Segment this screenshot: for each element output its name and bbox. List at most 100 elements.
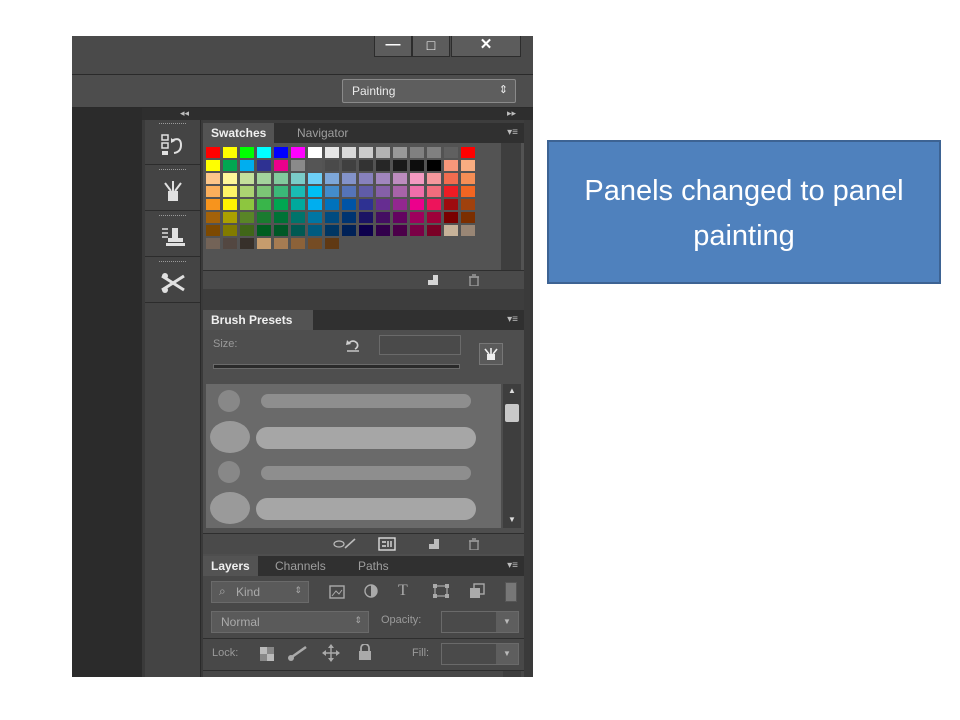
lock-all-icon[interactable]	[358, 644, 372, 660]
layer-filter-kind[interactable]: ⌕ Kind ⇕	[211, 581, 309, 603]
type-filter-icon[interactable]: T	[398, 582, 408, 600]
swatch[interactable]	[410, 173, 424, 184]
swatch[interactable]	[291, 186, 305, 197]
brush-tip-hard-small[interactable]	[218, 461, 240, 483]
brush-tip-soft-small[interactable]	[218, 390, 240, 412]
tab-brush-presets[interactable]: Brush Presets	[203, 310, 313, 330]
swatch[interactable]	[308, 199, 322, 210]
swatch[interactable]	[257, 147, 271, 158]
swatch[interactable]	[461, 173, 475, 184]
swatch[interactable]	[240, 212, 254, 223]
swatch[interactable]	[342, 186, 356, 197]
swatch[interactable]	[376, 186, 390, 197]
brush-list-scrollbar[interactable]: ▲ ▼	[503, 384, 521, 528]
clone-source-panel-button[interactable]	[145, 212, 200, 257]
swatch[interactable]	[240, 186, 254, 197]
swatch[interactable]	[291, 147, 305, 158]
swatch[interactable]	[240, 160, 254, 171]
swatch[interactable]	[223, 186, 237, 197]
image-filter-icon[interactable]	[329, 585, 345, 599]
workspace-switcher[interactable]: Painting ⇕	[342, 79, 516, 103]
swatch[interactable]	[376, 160, 390, 171]
swatch[interactable]	[410, 147, 424, 158]
swatch[interactable]	[308, 186, 322, 197]
swatch[interactable]	[410, 199, 424, 210]
smart-object-filter-icon[interactable]	[469, 583, 485, 599]
tab-navigator[interactable]: Navigator	[289, 123, 356, 143]
swatch[interactable]	[444, 147, 458, 158]
swatch[interactable]	[359, 212, 373, 223]
swatch[interactable]	[206, 186, 220, 197]
swatch[interactable]	[427, 147, 441, 158]
lock-pixels-icon[interactable]	[287, 645, 309, 661]
swatch[interactable]	[325, 225, 339, 236]
swatch[interactable]	[393, 147, 407, 158]
swatch[interactable]	[291, 173, 305, 184]
swatch[interactable]	[223, 160, 237, 171]
reset-icon[interactable]	[345, 338, 361, 352]
swatch[interactable]	[461, 225, 475, 236]
opacity-field[interactable]: ▼	[441, 611, 519, 633]
swatch[interactable]	[410, 186, 424, 197]
swatch[interactable]	[206, 199, 220, 210]
scroll-down-icon[interactable]: ▼	[508, 515, 516, 524]
swatch[interactable]	[223, 212, 237, 223]
swatch[interactable]	[325, 199, 339, 210]
swatch[interactable]	[359, 160, 373, 171]
new-preset-icon[interactable]	[428, 538, 440, 550]
swatches-scroll-track[interactable]	[501, 143, 521, 270]
swatch[interactable]	[342, 212, 356, 223]
swatch[interactable]	[461, 147, 475, 158]
swatch[interactable]	[291, 212, 305, 223]
brush-preset-list[interactable]	[206, 384, 501, 528]
swatch[interactable]	[359, 186, 373, 197]
swatch[interactable]	[308, 173, 322, 184]
swatch[interactable]	[223, 238, 237, 249]
swatch[interactable]	[444, 173, 458, 184]
swatch[interactable]	[223, 147, 237, 158]
swatch[interactable]	[444, 186, 458, 197]
swatch[interactable]	[206, 225, 220, 236]
swatch[interactable]	[427, 186, 441, 197]
swatch[interactable]	[376, 173, 390, 184]
blend-mode-select[interactable]: Normal ⇕	[211, 611, 369, 633]
maximize-button[interactable]: □	[412, 36, 450, 57]
swatch[interactable]	[291, 199, 305, 210]
brush-panel-toggle[interactable]	[479, 343, 503, 365]
swatch[interactable]	[359, 147, 373, 158]
tab-layers[interactable]: Layers	[203, 556, 258, 576]
swatch[interactable]	[308, 212, 322, 223]
collapse-left-icon[interactable]: ◂◂	[180, 108, 189, 119]
swatch[interactable]	[342, 147, 356, 158]
swatch[interactable]	[461, 186, 475, 197]
swatch[interactable]	[393, 225, 407, 236]
layers-scroll-track[interactable]	[503, 671, 521, 677]
swatch[interactable]	[308, 238, 322, 249]
swatch[interactable]	[376, 225, 390, 236]
tab-swatches[interactable]: Swatches	[203, 123, 275, 143]
swatch[interactable]	[410, 212, 424, 223]
swatch[interactable]	[376, 147, 390, 158]
swatch[interactable]	[359, 225, 373, 236]
swatch[interactable]	[325, 212, 339, 223]
brush-tip-hard-large[interactable]	[210, 492, 250, 524]
swatch[interactable]	[206, 212, 220, 223]
swatch[interactable]	[308, 147, 322, 158]
swatch[interactable]	[410, 160, 424, 171]
swatch[interactable]	[461, 212, 475, 223]
swatch[interactable]	[359, 199, 373, 210]
swatch[interactable]	[461, 160, 475, 171]
swatch[interactable]	[308, 225, 322, 236]
swatch[interactable]	[342, 173, 356, 184]
shape-filter-icon[interactable]	[433, 584, 449, 598]
swatch[interactable]	[257, 160, 271, 171]
brush-settings-icon[interactable]	[378, 537, 396, 551]
swatches-menu-icon[interactable]: ▾≡	[507, 127, 518, 138]
tab-channels[interactable]: Channels	[267, 556, 334, 576]
trash-icon[interactable]	[468, 538, 480, 550]
minimize-button[interactable]: —	[374, 36, 412, 57]
lock-position-icon[interactable]	[322, 644, 340, 662]
swatch[interactable]	[427, 199, 441, 210]
swatch[interactable]	[291, 160, 305, 171]
layers-menu-icon[interactable]: ▾≡	[507, 560, 518, 571]
